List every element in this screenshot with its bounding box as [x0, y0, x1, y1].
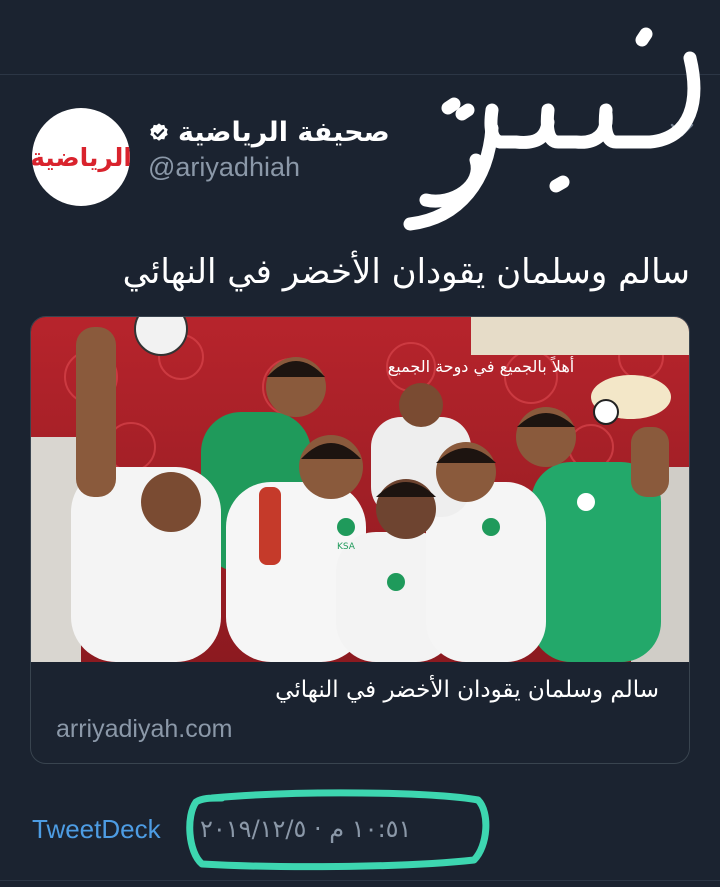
account-name-line[interactable]: صحيفة الرياضية [148, 117, 390, 148]
account-handle[interactable]: @ariyadhiah [148, 152, 300, 183]
verified-badge-icon [150, 122, 168, 141]
tweet-screen: الرياضية صحيفة الرياضية @ariyadhiah سالم… [0, 0, 720, 887]
tweet-text: سالم وسلمان يقودان الأخضر في النهائي [122, 252, 690, 292]
avatar-logo: الرياضية [32, 142, 130, 172]
account-avatar[interactable]: الرياضية [32, 108, 130, 206]
photo-wall-text: أهلاً بالجميع في دوحة الجميع [388, 356, 574, 377]
bottom-divider [0, 880, 720, 881]
card-photo[interactable]: أهلاً بالجميع في دوحة الجميع KSA [31, 317, 689, 662]
source-link[interactable]: TweetDeck [32, 814, 161, 845]
card-domain: arriyadiyah.com [56, 715, 233, 743]
account-name: صحيفة الرياضية [178, 117, 390, 148]
highlight-circle-annotation [186, 789, 490, 871]
card-title: سالم وسلمان يقودان الأخضر في النهائي [275, 677, 659, 703]
link-card[interactable]: أهلاً بالجميع في دوحة الجميع KSA سالم وس… [30, 316, 690, 764]
jersey-text: KSA [337, 542, 356, 552]
handwritten-annotation [403, 27, 701, 231]
